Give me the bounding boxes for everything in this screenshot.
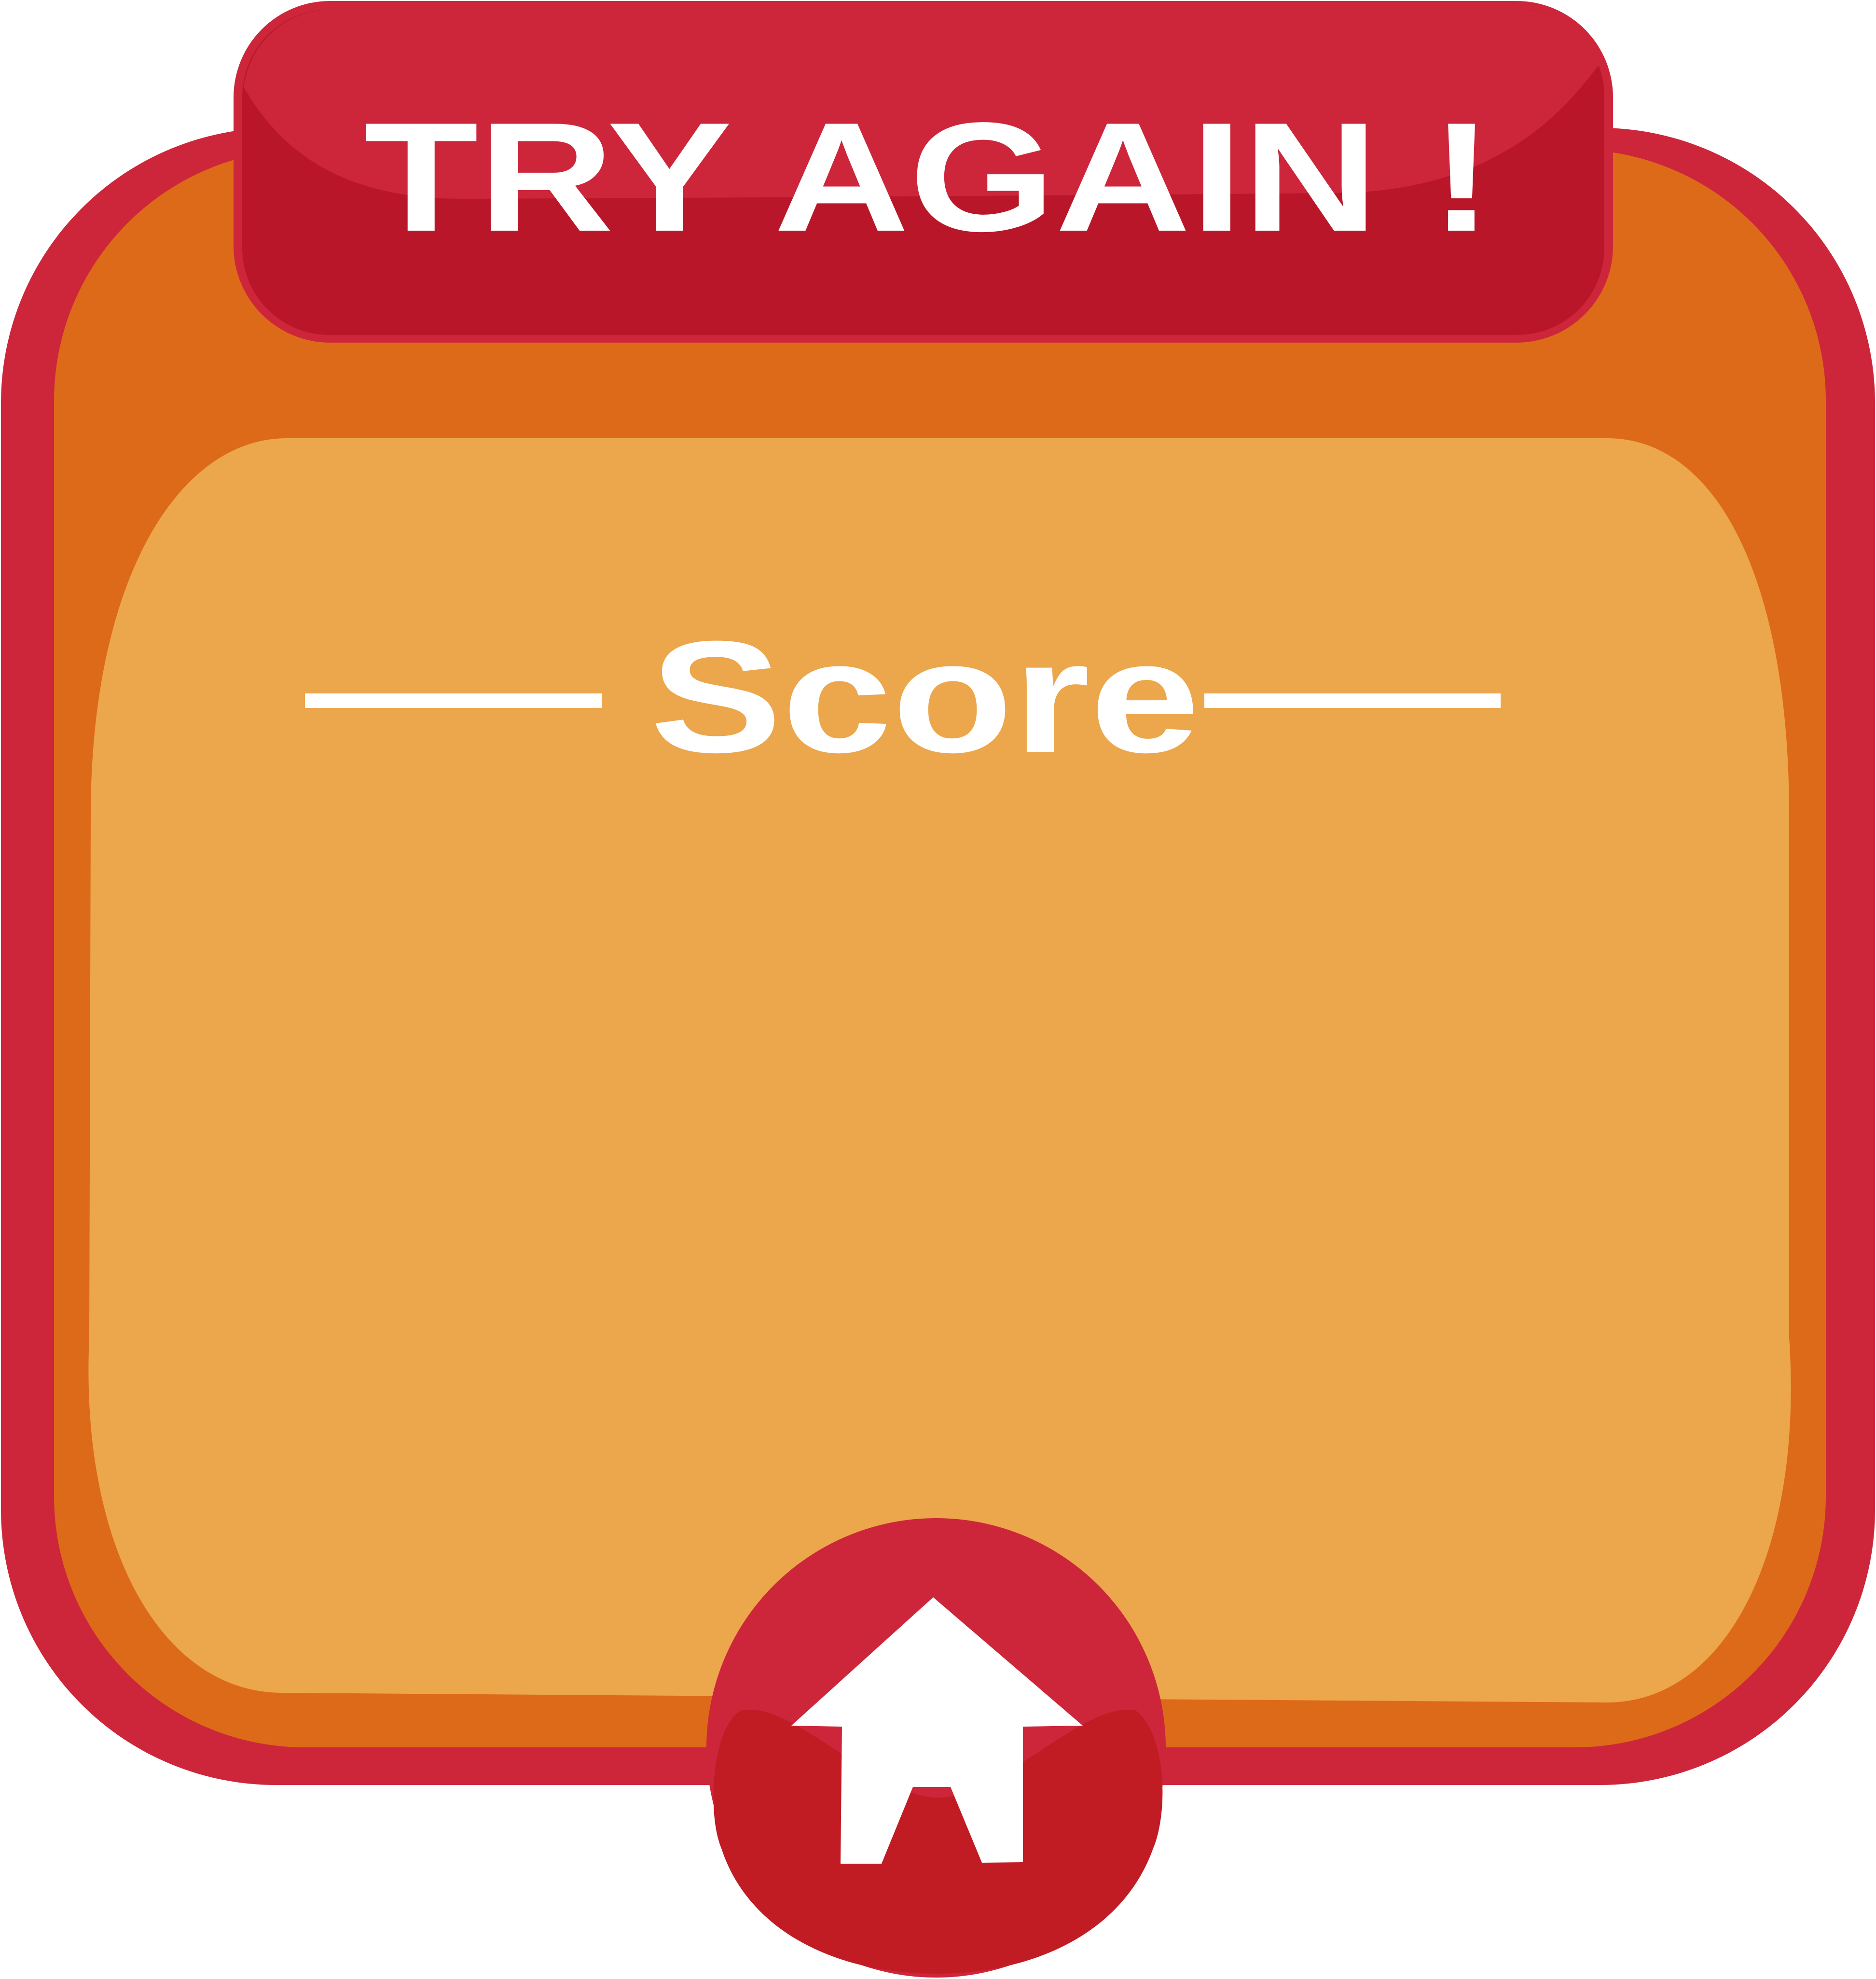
title-banner: TRY AGAIN ! bbox=[234, 1, 1613, 343]
home-button[interactable] bbox=[706, 1518, 1166, 1978]
try-again-dialog: TRY AGAIN ! Score bbox=[0, 0, 1876, 1979]
dialog-artwork: TRY AGAIN ! Score bbox=[1, 1, 1875, 1978]
score-rule-left bbox=[305, 693, 602, 708]
score-rule-right bbox=[1204, 693, 1501, 708]
score-heading: Score bbox=[650, 608, 1200, 786]
banner-title: TRY AGAIN ! bbox=[364, 91, 1493, 264]
